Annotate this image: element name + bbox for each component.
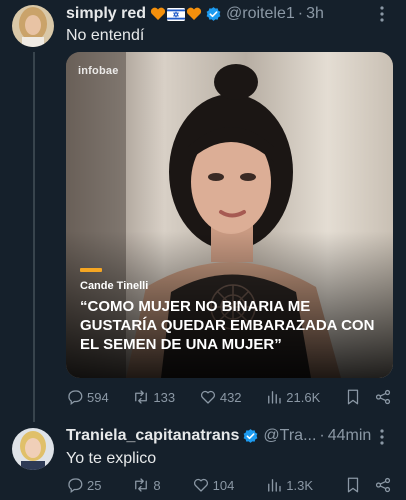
caption-quote: “COMO MUJER NO BINARIA ME GUSTARÍA QUEDA… [80,298,375,353]
retweet-count: 133 [153,389,176,405]
reply-button[interactable]: 25 [66,476,101,494]
bookmark-icon[interactable] [344,388,362,406]
views-count: 21.6K [286,389,321,405]
like-button[interactable]: 432 [199,388,242,406]
reply-tweet[interactable]: Traniela_capitanatrans @Tra... · 44min Y… [0,420,406,500]
views-button[interactable]: 1.3K [265,476,313,494]
tweet-header: Traniela_capitanatrans @Tra... · 44min [66,427,376,445]
timestamp[interactable]: 3h [306,5,324,23]
orange-heart-icon [186,7,202,20]
retweet-icon [135,390,148,404]
views-count: 1.3K [286,477,314,493]
main-tweet[interactable]: simply red @roitele1 · 3h No entendí inf… [0,0,406,420]
more-icon[interactable] [372,4,392,24]
retweet-icon [135,478,148,492]
bookmark-icon[interactable] [344,476,362,494]
reply-button[interactable]: 594 [66,388,109,406]
share-icon[interactable] [374,476,392,494]
tweet-header: simply red @roitele1 · 3h [66,5,376,23]
handle[interactable]: @Tra... [263,427,316,445]
views-icon [268,391,281,404]
like-icon [193,478,208,492]
verified-badge-icon [242,428,259,445]
like-button[interactable]: 104 [192,476,235,494]
views-button[interactable]: 21.6K [265,388,320,406]
like-count: 104 [212,477,235,493]
name-emojis [150,7,202,21]
more-icon[interactable] [372,427,392,447]
tweet-text: No entendí [66,27,145,44]
tweet-text: Yo te explico [66,450,157,467]
timestamp[interactable]: 44min [328,427,372,445]
caption-accent-bar [80,268,102,272]
tweet-media[interactable]: infobae Cande Tinelli “COMO MUJER NO BIN… [66,52,393,378]
israel-flag-icon [167,7,186,21]
retweet-button[interactable]: 133 [132,388,175,406]
tweet-actions: 594 133 432 21.6K [66,388,392,406]
separator-dot: · [319,427,325,444]
views-icon [268,479,281,492]
retweet-count: 8 [153,477,161,493]
reply-count: 25 [87,477,102,493]
like-icon [200,390,215,404]
share-icon[interactable] [374,388,392,406]
orange-heart-icon [150,7,166,20]
verified-badge-icon [205,6,222,23]
media-logo: infobae [78,65,119,77]
display-name[interactable]: simply red [66,5,146,23]
handle[interactable]: @roitele1 [226,5,295,23]
tweet-actions: 25 8 104 1.3K [66,476,392,494]
reply-icon [68,478,83,494]
avatar[interactable] [12,5,54,47]
reply-icon [68,390,83,406]
avatar[interactable] [12,428,54,470]
like-count: 432 [219,389,242,405]
reply-count: 594 [87,389,109,405]
separator-dot: · [297,5,304,22]
display-name[interactable]: Traniela_capitanatrans [66,427,239,445]
retweet-button[interactable]: 8 [132,476,161,494]
caption-name: Cande Tinelli [80,280,149,292]
